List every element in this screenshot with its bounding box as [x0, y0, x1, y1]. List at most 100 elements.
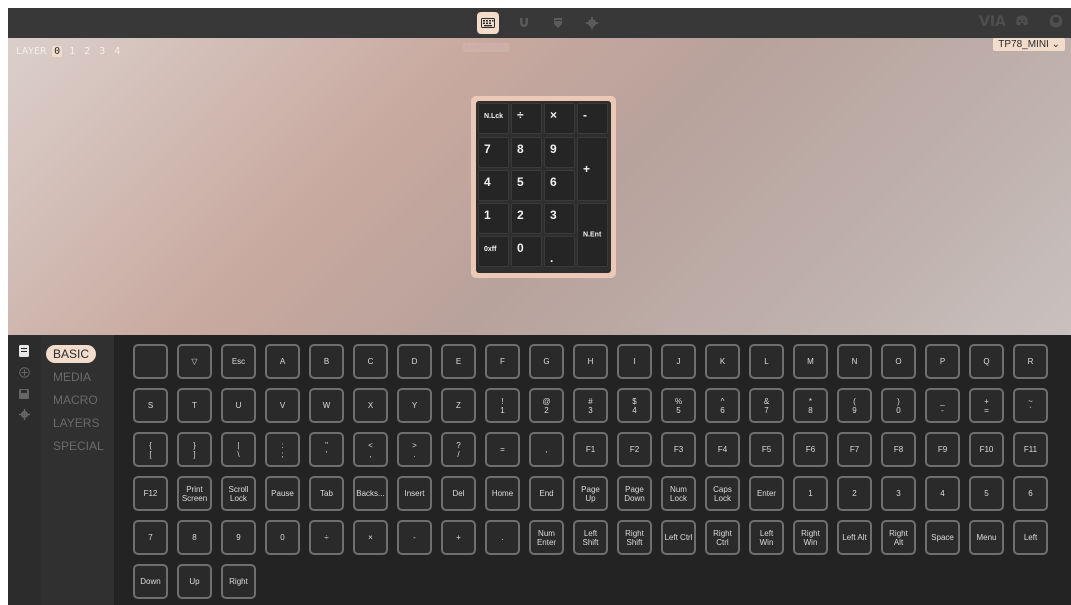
- keycode-button[interactable]: Right Alt: [881, 520, 916, 555]
- numpad-key[interactable]: 2: [511, 203, 542, 234]
- keycode-button[interactable]: Q: [969, 344, 1004, 379]
- keycode-button[interactable]: F9: [925, 432, 960, 467]
- keycode-button[interactable]: .: [485, 520, 520, 555]
- keycode-button[interactable]: ) 0: [881, 388, 916, 423]
- keycode-button[interactable]: 8: [177, 520, 212, 555]
- keycode-button[interactable]: > .: [397, 432, 432, 467]
- numpad-key[interactable]: 3: [544, 203, 575, 234]
- numpad-key[interactable]: 7: [478, 137, 509, 168]
- keycode-button[interactable]: Down: [133, 564, 168, 599]
- menu-media[interactable]: MEDIA: [46, 368, 98, 386]
- keycode-button[interactable]: P: [925, 344, 960, 379]
- keycode-button[interactable]: } ]: [177, 432, 212, 467]
- keycode-button[interactable]: F10: [969, 432, 1004, 467]
- keycode-button[interactable]: 7: [133, 520, 168, 555]
- keycode-button[interactable]: Left Ctrl: [661, 520, 696, 555]
- numpad-key[interactable]: 1: [478, 203, 509, 234]
- keycode-button[interactable]: 5: [969, 476, 1004, 511]
- keyboard-select[interactable]: TP78_MINI ⌄: [993, 38, 1065, 51]
- keycode-button[interactable]: Page Down: [617, 476, 652, 511]
- keycode-button[interactable]: Right: [221, 564, 256, 599]
- keycode-button[interactable]: $ 4: [617, 388, 652, 423]
- keycode-button[interactable]: F11: [1013, 432, 1048, 467]
- numpad-key[interactable]: 4: [478, 170, 509, 201]
- keycode-button[interactable]: R: [1013, 344, 1048, 379]
- discord-icon[interactable]: [1015, 14, 1029, 30]
- numpad-key[interactable]: 8: [511, 137, 542, 168]
- plus-circle-icon[interactable]: [17, 367, 31, 381]
- keycode-button[interactable]: N: [837, 344, 872, 379]
- keycode-button[interactable]: U: [221, 388, 256, 423]
- keycode-button[interactable]: F1: [573, 432, 608, 467]
- keycode-button[interactable]: Left Win: [749, 520, 784, 555]
- keycode-button[interactable]: I: [617, 344, 652, 379]
- keycode-button[interactable]: Left Alt: [837, 520, 872, 555]
- layer-0[interactable]: 0: [52, 46, 63, 57]
- keycode-button[interactable]: F7: [837, 432, 872, 467]
- keycode-button[interactable]: 1: [793, 476, 828, 511]
- keycode-button[interactable]: Del: [441, 476, 476, 511]
- keycode-button[interactable]: 3: [881, 476, 916, 511]
- keycode-button[interactable]: Print Screen: [177, 476, 212, 511]
- keycode-button[interactable]: 9: [221, 520, 256, 555]
- numpad-key[interactable]: 5: [511, 170, 542, 201]
- keycode-button[interactable]: W: [309, 388, 344, 423]
- test-tab[interactable]: [513, 12, 535, 34]
- configure-tab[interactable]: [477, 12, 499, 34]
- keycode-button[interactable]: ^ 6: [705, 388, 740, 423]
- layer-3[interactable]: 3: [97, 46, 107, 57]
- keycode-button[interactable]: ÷: [309, 520, 344, 555]
- keycode-button[interactable]: M: [793, 344, 828, 379]
- keycode-button[interactable]: Num Lock: [661, 476, 696, 511]
- menu-layers[interactable]: LAYERS: [46, 414, 106, 432]
- keycode-button[interactable]: ▽: [177, 344, 212, 379]
- keycode-button[interactable]: | \: [221, 432, 256, 467]
- keycode-button[interactable]: Left Shift: [573, 520, 608, 555]
- keycode-button[interactable]: F8: [881, 432, 916, 467]
- keycode-button[interactable]: F: [485, 344, 520, 379]
- keycode-button[interactable]: Caps Lock: [705, 476, 740, 511]
- keycode-button[interactable]: End: [529, 476, 564, 511]
- keycode-button[interactable]: B: [309, 344, 344, 379]
- keycode-button[interactable]: =: [485, 432, 520, 467]
- keycode-button[interactable]: Pause: [265, 476, 300, 511]
- keycode-button[interactable]: F4: [705, 432, 740, 467]
- numpad-key[interactable]: N.Ent: [577, 203, 608, 267]
- numpad-key[interactable]: N.Lck: [478, 103, 509, 134]
- keycode-button[interactable]: Tab: [309, 476, 344, 511]
- numpad-key[interactable]: ×: [544, 103, 575, 134]
- keycode-button[interactable]: Home: [485, 476, 520, 511]
- keycode-button[interactable]: Right Shift: [617, 520, 652, 555]
- keycode-button[interactable]: S: [133, 388, 168, 423]
- keycode-button[interactable]: Scroll Lock: [221, 476, 256, 511]
- keycode-button[interactable]: < ,: [353, 432, 388, 467]
- keycode-button[interactable]: Backs...: [353, 476, 388, 511]
- keycode-button[interactable]: F12: [133, 476, 168, 511]
- gear-icon[interactable]: [17, 409, 31, 423]
- keycode-button[interactable]: H: [573, 344, 608, 379]
- keyboard-icon[interactable]: [17, 345, 31, 359]
- numpad-key[interactable]: -: [577, 103, 608, 134]
- keycode-button[interactable]: X: [353, 388, 388, 423]
- menu-basic[interactable]: BASIC: [46, 345, 97, 363]
- keycode-button[interactable]: 0: [265, 520, 300, 555]
- keycode-button[interactable]: Esc: [221, 344, 256, 379]
- keycode-button[interactable]: Z: [441, 388, 476, 423]
- keycode-button[interactable]: O: [881, 344, 916, 379]
- keycode-button[interactable]: ×: [353, 520, 388, 555]
- menu-special[interactable]: SPECIAL: [46, 437, 111, 455]
- numpad-key[interactable]: +: [577, 137, 608, 201]
- keycode-button[interactable]: T: [177, 388, 212, 423]
- keycode-button[interactable]: E: [441, 344, 476, 379]
- numpad-key[interactable]: 0xff: [478, 236, 509, 267]
- keycode-button[interactable]: ( 9: [837, 388, 872, 423]
- keycode-button[interactable]: F2: [617, 432, 652, 467]
- github-icon[interactable]: [1049, 14, 1063, 32]
- keycode-button[interactable]: % 5: [661, 388, 696, 423]
- design-tab[interactable]: [547, 12, 569, 34]
- keycode-button[interactable]: F5: [749, 432, 784, 467]
- keycode-button[interactable]: G: [529, 344, 564, 379]
- keycode-button[interactable]: ? /: [441, 432, 476, 467]
- keycode-button[interactable]: 2: [837, 476, 872, 511]
- settings-tab[interactable]: [581, 12, 603, 34]
